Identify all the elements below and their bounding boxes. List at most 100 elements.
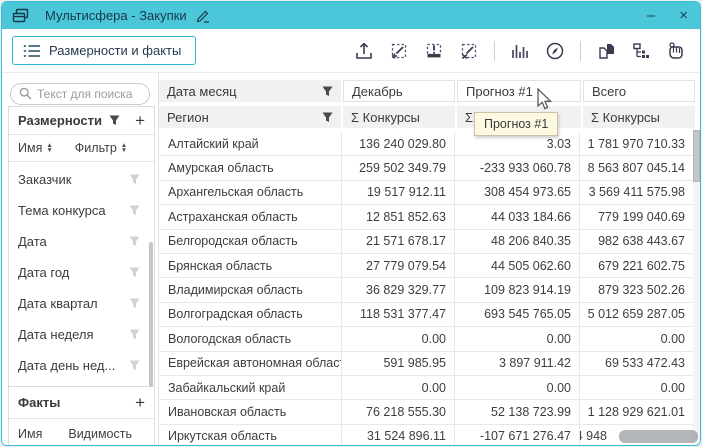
measure-header[interactable]: Σ Конкурсы: [583, 106, 695, 128]
region-cell[interactable]: Вологодская область: [159, 327, 342, 351]
table-row[interactable]: Белгородская область21 571 678.1748 206 …: [159, 230, 700, 254]
export-icon[interactable]: [354, 41, 374, 61]
region-cell[interactable]: Архангельская область: [159, 181, 342, 205]
value-cell[interactable]: 136 240 029.80: [342, 132, 455, 156]
dimension-item[interactable]: Дата год: [9, 257, 154, 288]
hand-view-icon[interactable]: [666, 41, 686, 61]
copy-sheets-icon[interactable]: [596, 41, 616, 61]
value-cell[interactable]: 3 569 411 575.98: [580, 181, 693, 205]
region-cell[interactable]: Алтайский край: [159, 132, 342, 156]
dimension-item[interactable]: Заказчик: [9, 164, 154, 195]
region-cell[interactable]: Астраханская область: [159, 205, 342, 229]
table-row[interactable]: Еврейская автономная область591 985.953 …: [159, 352, 700, 376]
value-cell[interactable]: 27 779 079.54: [342, 254, 455, 278]
sort-icon[interactable]: ▲▼: [121, 143, 127, 153]
table-row[interactable]: Астраханская область12 851 852.6344 033 …: [159, 205, 700, 229]
dimension-item[interactable]: Тема конкурса: [9, 195, 154, 226]
add-dimension-button[interactable]: +: [135, 114, 145, 128]
value-cell[interactable]: 1 128 929 621.01: [580, 400, 693, 424]
sidebar-scrollbar-thumb[interactable]: [149, 242, 153, 387]
region-cell[interactable]: Волгоградская область: [159, 303, 342, 327]
measure-header[interactable]: Σ Конкурсы: [343, 106, 455, 128]
compass-icon[interactable]: [545, 41, 565, 61]
row2-dimension-header[interactable]: Регион: [159, 106, 341, 128]
value-cell[interactable]: 0.00: [455, 376, 580, 400]
filter-icon[interactable]: [129, 360, 140, 371]
value-cell[interactable]: 21 571 678.17: [342, 230, 455, 254]
add-measure-selection-icon[interactable]: [389, 41, 409, 61]
table-row[interactable]: Забайкальский край0.000.000.00: [159, 376, 700, 400]
alert-selection-icon[interactable]: [424, 41, 444, 61]
add-fact-button[interactable]: +: [135, 396, 145, 410]
table-row[interactable]: Вологодская область0.000.000.00: [159, 327, 700, 351]
dimension-item[interactable]: Дата: [9, 226, 154, 257]
value-cell[interactable]: 591 985.95: [342, 352, 455, 376]
value-cell[interactable]: -107 671 276.47: [455, 425, 580, 445]
value-cell[interactable]: 259 502 349.79: [342, 156, 455, 180]
value-cell[interactable]: 44 033 184.66: [455, 205, 580, 229]
value-cell[interactable]: 109 823 914.19: [455, 278, 580, 302]
table-scrollbar-thumb[interactable]: [693, 130, 700, 182]
table-row[interactable]: Владимирская область36 829 329.77109 823…: [159, 278, 700, 302]
value-cell[interactable]: 48 206 840.35: [455, 230, 580, 254]
filter-icon[interactable]: [322, 86, 333, 97]
value-cell[interactable]: 36 829 329.77: [342, 278, 455, 302]
value-cell[interactable]: 308 454 973.65: [455, 181, 580, 205]
region-cell[interactable]: Ивановская область: [159, 400, 342, 424]
col-name-label[interactable]: Имя: [18, 141, 42, 155]
value-cell[interactable]: 0.00: [580, 376, 693, 400]
value-cell[interactable]: 5 012 659 287.05: [580, 303, 693, 327]
column-header[interactable]: Декабрь: [343, 80, 455, 102]
region-cell[interactable]: Амурская область: [159, 156, 342, 180]
value-cell[interactable]: 69 533 472.43: [580, 352, 693, 376]
value-cell[interactable]: -233 933 060.78: [455, 156, 580, 180]
value-cell[interactable]: 52 138 723.99: [455, 400, 580, 424]
value-cell[interactable]: 12 851 852.63: [342, 205, 455, 229]
table-row[interactable]: Амурская область259 502 349.79-233 933 0…: [159, 156, 700, 180]
value-cell[interactable]: 1 781 970 710.33: [580, 132, 693, 156]
region-cell[interactable]: Белгородская область: [159, 230, 342, 254]
value-cell[interactable]: 8 563 807 045.14: [580, 156, 693, 180]
value-cell[interactable]: 31 524 896.11: [342, 425, 455, 445]
filter-icon[interactable]: [129, 298, 140, 309]
filter-icon[interactable]: [129, 329, 140, 340]
value-cell[interactable]: 76 218 555.30: [342, 400, 455, 424]
region-cell[interactable]: Иркутская область: [159, 425, 342, 445]
dimensions-facts-button[interactable]: Размерности и факты: [12, 36, 196, 65]
structure-icon[interactable]: [631, 41, 651, 61]
dimension-item[interactable]: Дата квартал: [9, 288, 154, 319]
value-cell[interactable]: 679 221 602.75: [580, 254, 693, 278]
column-header[interactable]: Всего: [583, 80, 695, 102]
filter-icon[interactable]: [129, 174, 140, 185]
table-row[interactable]: Ивановская область76 218 555.3052 138 72…: [159, 400, 700, 424]
filter-icon[interactable]: [109, 115, 120, 126]
facts-col-visibility-label[interactable]: Видимость: [68, 427, 132, 441]
region-cell[interactable]: Еврейская автономная область: [159, 352, 342, 376]
value-cell[interactable]: 982 638 443.67: [580, 230, 693, 254]
row1-dimension-header[interactable]: Дата месяц: [159, 80, 341, 102]
filter-icon[interactable]: [129, 205, 140, 216]
facts-col-name-label[interactable]: Имя: [18, 427, 42, 441]
table-row[interactable]: Брянская область27 779 079.5444 505 062.…: [159, 254, 700, 278]
value-cell[interactable]: 879 323 502.26: [580, 278, 693, 302]
value-cell[interactable]: 0.00: [455, 327, 580, 351]
filter-icon[interactable]: [322, 112, 333, 123]
region-cell[interactable]: Брянская область: [159, 254, 342, 278]
value-cell[interactable]: 0.00: [342, 376, 455, 400]
value-cell[interactable]: 0.00: [342, 327, 455, 351]
value-cell[interactable]: 44 505 062.60: [455, 254, 580, 278]
dimension-item[interactable]: Дата неделя: [9, 319, 154, 350]
filter-icon[interactable]: [129, 236, 140, 247]
value-cell[interactable]: 3 897 911.42: [455, 352, 580, 376]
rename-pencil-icon[interactable]: [195, 9, 211, 23]
value-cell[interactable]: 779 199 040.69: [580, 205, 693, 229]
value-cell[interactable]: 19 517 912.11: [342, 181, 455, 205]
table-row[interactable]: Архангельская область19 517 912.11308 45…: [159, 181, 700, 205]
region-cell[interactable]: Владимирская область: [159, 278, 342, 302]
remove-measure-selection-icon[interactable]: [459, 41, 479, 61]
value-cell[interactable]: 118 531 377.47: [342, 303, 455, 327]
horizontal-scrollbar-thumb[interactable]: [619, 430, 698, 443]
table-row[interactable]: Волгоградская область118 531 377.47693 5…: [159, 303, 700, 327]
bar-chart-icon[interactable]: [510, 41, 530, 61]
value-cell[interactable]: 0.00: [580, 327, 693, 351]
